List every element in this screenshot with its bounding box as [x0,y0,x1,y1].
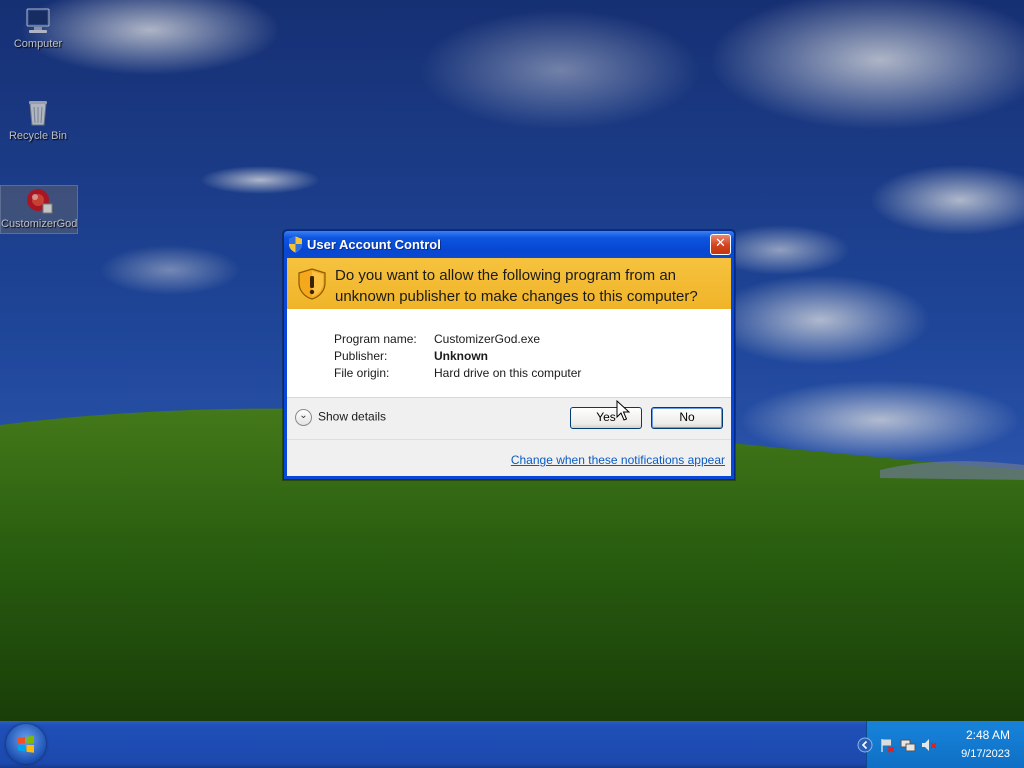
taskbar: 2:48 AM 9/17/2023 [0,721,1024,768]
close-icon: ✕ [715,236,726,251]
yes-button[interactable]: Yes [570,407,642,429]
notification-area: 2:48 AM 9/17/2023 [857,721,1024,768]
chevron-down-icon: ⌄ [295,409,312,426]
dialog-actions: ⌄ Show details Yes No [287,398,731,440]
detail-value: Unknown [434,349,488,363]
close-button[interactable]: ✕ [710,234,731,255]
mouse-cursor-icon [616,400,630,421]
clock-time[interactable]: 2:48 AM [966,728,1010,742]
detail-key: Program name: [334,332,417,346]
desktop-icon-label: Recycle Bin [8,130,68,142]
detail-key: Publisher: [334,349,388,363]
dialog-body: Do you want to allow the following progr… [287,258,731,476]
action-center-flag-icon[interactable] [879,737,895,753]
warning-banner: Do you want to allow the following progr… [287,258,731,309]
detail-key: File origin: [334,366,390,380]
change-notifications-link[interactable]: Change when these notifications appear [511,453,725,467]
desktop-icon-recycle-bin[interactable]: Recycle Bin [0,96,76,142]
no-button[interactable]: No [651,407,723,429]
recycle-bin-icon [29,101,47,126]
dialog-titlebar[interactable]: User Account Control ✕ [284,231,734,258]
show-hidden-icons-chevron-icon[interactable] [857,737,873,753]
uac-shield-icon [289,236,302,253]
clock-date[interactable]: 9/17/2023 [961,748,1010,760]
desktop-icon-label: CustomizerGod [1,218,78,230]
uac-question-text: Do you want to allow the following progr… [335,267,698,305]
desktop-icon-computer[interactable]: Computer [0,6,76,50]
dialog-footer: Change when these notifications appear [287,440,731,476]
detail-row-publisher: Publisher: Unknown [334,349,488,363]
warning-shield-icon [298,268,326,300]
detail-row-program-name: Program name: CustomizerGod.exe [334,332,540,346]
customizergod-app-icon [27,189,53,214]
start-button[interactable] [6,724,46,764]
desktop-icon-label: Computer [13,38,63,50]
detail-row-file-origin: File origin: Hard drive on this computer [334,366,581,380]
show-details-toggle[interactable]: ⌄ Show details [295,409,386,426]
computer-icon [26,8,50,33]
detail-value: Hard drive on this computer [434,366,582,380]
network-icon[interactable] [900,737,916,753]
detail-value: CustomizerGod.exe [434,332,541,346]
uac-dialog: User Account Control ✕ Do you want to al… [283,230,735,480]
desktop-icon-customizergod[interactable]: CustomizerGod [0,185,78,234]
show-details-label: Show details [318,409,387,424]
dialog-title: User Account Control [307,237,441,252]
program-details: Program name: CustomizerGod.exe Publisher… [287,309,731,398]
volume-muted-icon[interactable] [921,737,937,753]
windows-logo-icon [18,735,34,753]
